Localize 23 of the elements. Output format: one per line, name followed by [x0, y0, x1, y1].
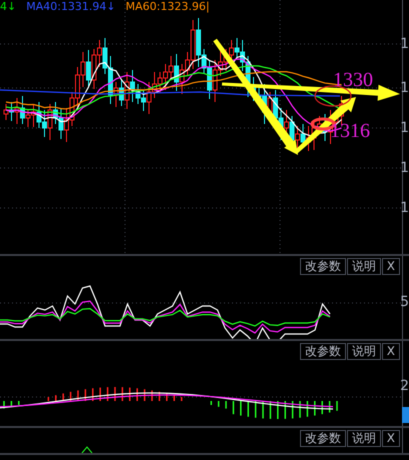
help-button[interactable]: 说明: [346, 430, 381, 447]
price-annotation: 1316: [330, 121, 370, 141]
axis-label: 1: [400, 121, 409, 135]
axis-label: 5: [400, 295, 409, 309]
help-button[interactable]: 说明: [346, 343, 381, 360]
close-button[interactable]: X: [382, 430, 400, 447]
axis-label: 1: [400, 81, 409, 95]
circle-mark: [314, 85, 352, 107]
help-button[interactable]: 说明: [346, 258, 381, 275]
axis-label: 1: [400, 201, 409, 215]
close-button[interactable]: X: [382, 343, 400, 360]
change-params-button[interactable]: 改参数: [300, 430, 346, 447]
axis-label: 1: [400, 161, 409, 175]
axis-label: 1: [400, 37, 409, 51]
close-button[interactable]: X: [382, 258, 400, 275]
indicator-value: MA40:1331.94↓: [26, 0, 116, 13]
price-marker: [402, 407, 409, 423]
change-params-button[interactable]: 改参数: [300, 258, 346, 275]
indicator-value: MA60:1323.96|: [126, 0, 210, 13]
indicator-value: 4↓: [0, 0, 16, 13]
axis-label: 2: [400, 379, 409, 393]
price-annotation: 1330: [333, 70, 373, 90]
change-params-button[interactable]: 改参数: [300, 343, 346, 360]
